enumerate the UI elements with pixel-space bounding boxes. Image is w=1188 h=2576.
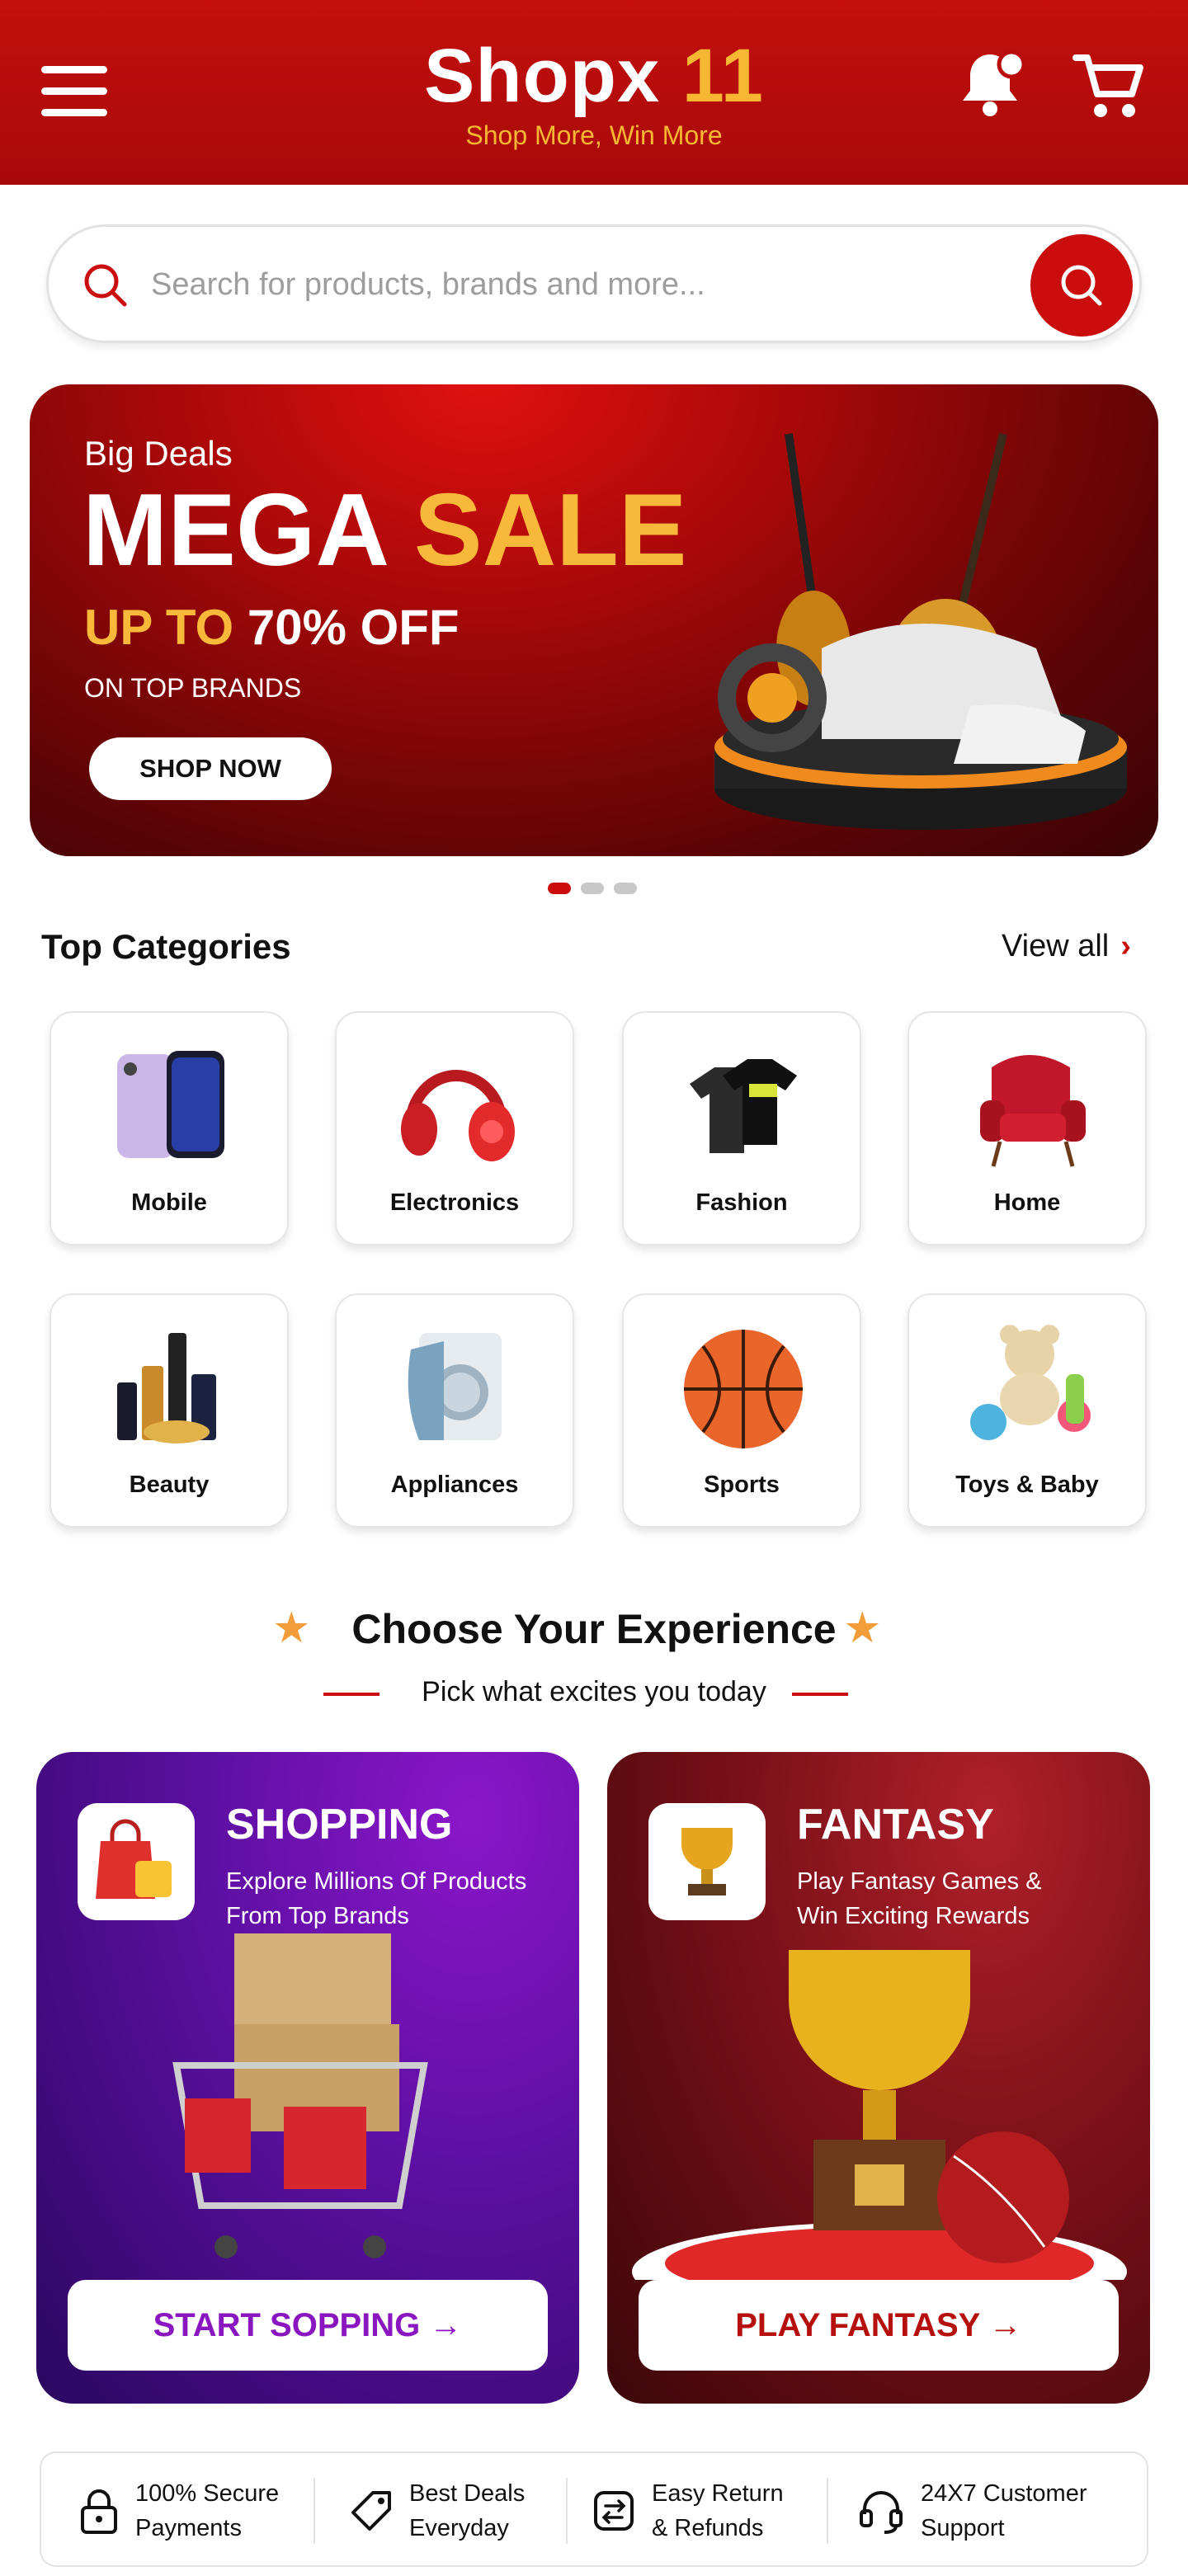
shopping-card[interactable]: SHOPPING Explore Millions Of Products Fro… xyxy=(36,1752,579,2404)
feature-line1: Easy Return xyxy=(652,2480,784,2507)
feature-customer-support: 24X7 Customer Support xyxy=(856,2453,1087,2569)
app-header: Shopx 11 Shop More, Win More xyxy=(0,0,1188,185)
arrow-right-icon: → xyxy=(429,2307,463,2343)
carousel-dot-active[interactable] xyxy=(548,883,571,894)
experience-subtitle: Pick what excites you today xyxy=(422,1676,766,1707)
banner-discount: UP TO 70% OFF xyxy=(84,600,460,655)
category-label: Home xyxy=(993,1189,1061,1216)
carousel-dot[interactable] xyxy=(614,883,637,894)
category-label: Electronics xyxy=(389,1189,520,1216)
feature-best-deals: Best Deals Everyday xyxy=(348,2453,525,2569)
search-input[interactable] xyxy=(151,260,893,309)
feature-secure-payments: 100% Secure Payments xyxy=(78,2453,279,2569)
basketball-icon xyxy=(684,1330,803,1448)
view-all-link[interactable]: View all › xyxy=(1002,929,1131,964)
brand-number: 11 xyxy=(681,34,764,118)
menu-icon[interactable] xyxy=(41,66,107,117)
category-label: Sports xyxy=(704,1472,780,1498)
banner-subtext: ON TOP BRANDS xyxy=(84,673,302,703)
feature-easy-return: Easy Return & Refunds xyxy=(591,2453,784,2569)
category-fashion[interactable]: Fashion xyxy=(622,1011,861,1246)
promo-banner[interactable]: Big Deals MEGA SALE UP TO 70% OFF ON TOP… xyxy=(30,384,1158,856)
category-home[interactable]: Home xyxy=(908,1011,1147,1246)
feature-line2: Payments xyxy=(135,2515,242,2541)
search-button[interactable] xyxy=(1030,234,1133,337)
return-icon xyxy=(594,2491,634,2531)
feature-line1: 100% Secure xyxy=(135,2480,280,2507)
teddy-bear-icon xyxy=(970,1325,1091,1440)
category-label: Beauty xyxy=(129,1472,210,1498)
play-fantasy-button[interactable]: PLAY FANTASY → xyxy=(639,2280,1119,2371)
category-label: Toys & Baby xyxy=(955,1472,1099,1498)
divider xyxy=(827,2478,828,2544)
star-icon: ★ xyxy=(843,1604,882,1652)
tag-icon xyxy=(351,2491,391,2531)
category-label: Fashion xyxy=(695,1189,788,1216)
mobile-phones-icon xyxy=(117,1051,224,1158)
fantasy-card[interactable]: FANTASY Play Fantasy Games & Win Exciting… xyxy=(607,1752,1150,2404)
category-beauty[interactable]: Beauty xyxy=(50,1293,289,1528)
bell-icon[interactable] xyxy=(957,48,1030,122)
shopping-cart-illustration xyxy=(172,1933,428,2258)
divider xyxy=(566,2478,568,2544)
category-electronics[interactable]: Electronics xyxy=(335,1011,574,1246)
fantasy-description: Play Fantasy Games & Win Exciting Rewards xyxy=(797,1868,1042,1929)
trophy-cricket-ball-illustration xyxy=(632,1950,1127,2280)
banner-products-illustration xyxy=(714,432,1127,830)
category-sports[interactable]: Sports xyxy=(622,1293,861,1528)
fantasy-title: FANTASY xyxy=(797,1801,994,1848)
category-label: Mobile xyxy=(131,1189,207,1216)
shopping-bag-icon xyxy=(78,1803,195,1920)
tshirts-icon xyxy=(690,1059,797,1153)
search-icon xyxy=(84,264,127,307)
brand-name: Shopx xyxy=(424,34,661,118)
feature-line2: & Refunds xyxy=(652,2515,764,2541)
features-strip: 100% Secure Payments Best Deals Everyday E… xyxy=(40,2451,1148,2567)
armchair-icon xyxy=(980,1055,1086,1167)
shopping-description: Explore Millions Of Products From Top Bra… xyxy=(226,1868,527,1929)
lock-icon xyxy=(81,2489,117,2534)
washing-machine-icon xyxy=(408,1333,502,1440)
search-bar xyxy=(46,224,1142,343)
divider xyxy=(792,1693,848,1696)
shop-now-button[interactable]: SHOP NOW xyxy=(89,737,332,800)
banner-headline: MEGA SALE xyxy=(82,473,687,587)
chevron-right-icon: › xyxy=(1120,929,1131,963)
divider xyxy=(314,2478,315,2544)
start-shopping-button[interactable]: START SOPPING → xyxy=(68,2280,548,2371)
category-label: Appliances xyxy=(390,1472,519,1498)
banner-kicker: Big Deals xyxy=(84,434,233,473)
search-icon xyxy=(1061,265,1102,306)
headphones-icon xyxy=(401,1070,515,1161)
trophy-icon xyxy=(648,1803,766,1920)
headset-icon xyxy=(860,2491,903,2534)
feature-line1: Best Deals xyxy=(409,2480,526,2507)
feature-line1: 24X7 Customer xyxy=(921,2480,1087,2507)
brand-tagline: Shop More, Win More xyxy=(465,120,723,150)
experience-title: Choose Your Experience xyxy=(351,1606,837,1652)
shopping-title: SHOPPING xyxy=(226,1801,453,1848)
feature-line2: Support xyxy=(921,2515,1005,2541)
cosmetics-icon xyxy=(117,1333,216,1443)
category-appliances[interactable]: Appliances xyxy=(335,1293,574,1528)
cart-icon[interactable] xyxy=(1072,51,1147,122)
category-toys-baby[interactable]: Toys & Baby xyxy=(908,1293,1147,1528)
feature-line2: Everyday xyxy=(409,2515,509,2541)
carousel-dot[interactable] xyxy=(581,883,604,894)
categories-title: Top Categories xyxy=(41,927,291,966)
category-mobile[interactable]: Mobile xyxy=(50,1011,289,1246)
arrow-right-icon: → xyxy=(988,2307,1022,2343)
carousel-indicators xyxy=(548,883,640,894)
brand-logo[interactable]: Shopx 11 Shop More, Win More xyxy=(412,33,776,151)
